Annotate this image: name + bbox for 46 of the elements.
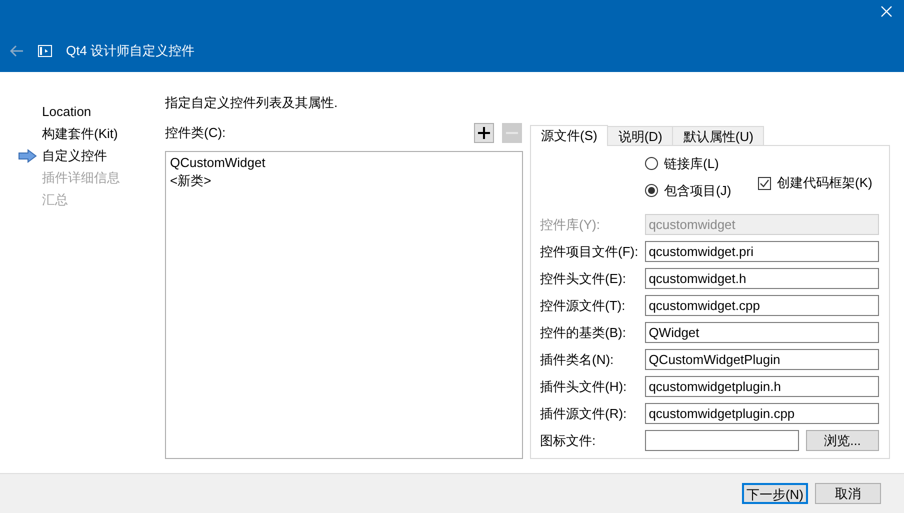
input-field[interactable]: qcustomwidgetplugin.cpp [644,403,879,424]
radio-button[interactable] [645,157,658,170]
field-label: 控件源文件(T): [540,296,626,315]
input-field[interactable]: QWidget [644,322,879,343]
list-item[interactable]: <新类> [170,172,212,190]
add-button[interactable] [474,123,494,143]
window-icon [38,45,52,57]
window-title: Qt4 设计师自定义控件 [66,42,195,60]
page-description: 指定自定义控件列表及其属性. [165,94,339,112]
step-item: 自定义控件 [42,147,107,166]
step-item: 汇总 [42,191,68,210]
checkbox[interactable] [758,176,771,190]
check-icon [759,178,770,188]
footer-button[interactable]: 取消 [815,483,881,504]
checkbox-label: 创建代码框架(K) [777,174,872,192]
input-field[interactable]: QCustomWidgetPlugin [644,349,879,370]
field-label: 控件库(Y): [540,216,601,234]
input-field[interactable]: qcustomwidget.pri [644,241,879,262]
list-label: 控件类(C): [165,124,227,142]
input-field[interactable]: qcustomwidget.cpp [644,295,879,316]
input-field[interactable]: qcustomwidgetplugin.h [644,376,879,397]
browse-button[interactable]: 浏览... [806,430,879,451]
footer-button[interactable]: 下一步(N) [742,483,808,504]
field-label: 插件头文件(H): [540,378,628,396]
plus-icon [477,126,491,140]
radio-label: 包含项目(J) [664,182,732,200]
input-field[interactable]: qcustomwidget.h [644,268,879,289]
close-icon[interactable] [881,6,892,17]
field-label: 插件源文件(R): [540,404,628,423]
tab[interactable]: 默认属性(U) [673,126,764,145]
field-label: 控件的基类(B): [540,324,627,342]
field-label: 插件类名(N): [540,350,615,369]
back-icon[interactable] [10,45,24,57]
class-list[interactable]: QCustomWidget <新类> [165,151,523,459]
list-item[interactable]: QCustomWidget [170,154,266,172]
field-label: 图标文件: [540,432,597,450]
tab[interactable]: 说明(D) [608,126,674,145]
field-label: 控件头文件(E): [540,270,627,288]
step-item: 插件详细信息 [42,169,120,188]
radio-button[interactable] [645,184,658,197]
tab[interactable]: 源文件(S) [530,125,608,146]
input-field[interactable] [645,430,799,451]
step-item: Location [42,103,92,122]
step-item: 构建套件(Kit) [42,125,118,144]
field-label: 控件项目文件(F): [540,242,640,261]
radio-label: 链接库(L) [664,154,719,173]
